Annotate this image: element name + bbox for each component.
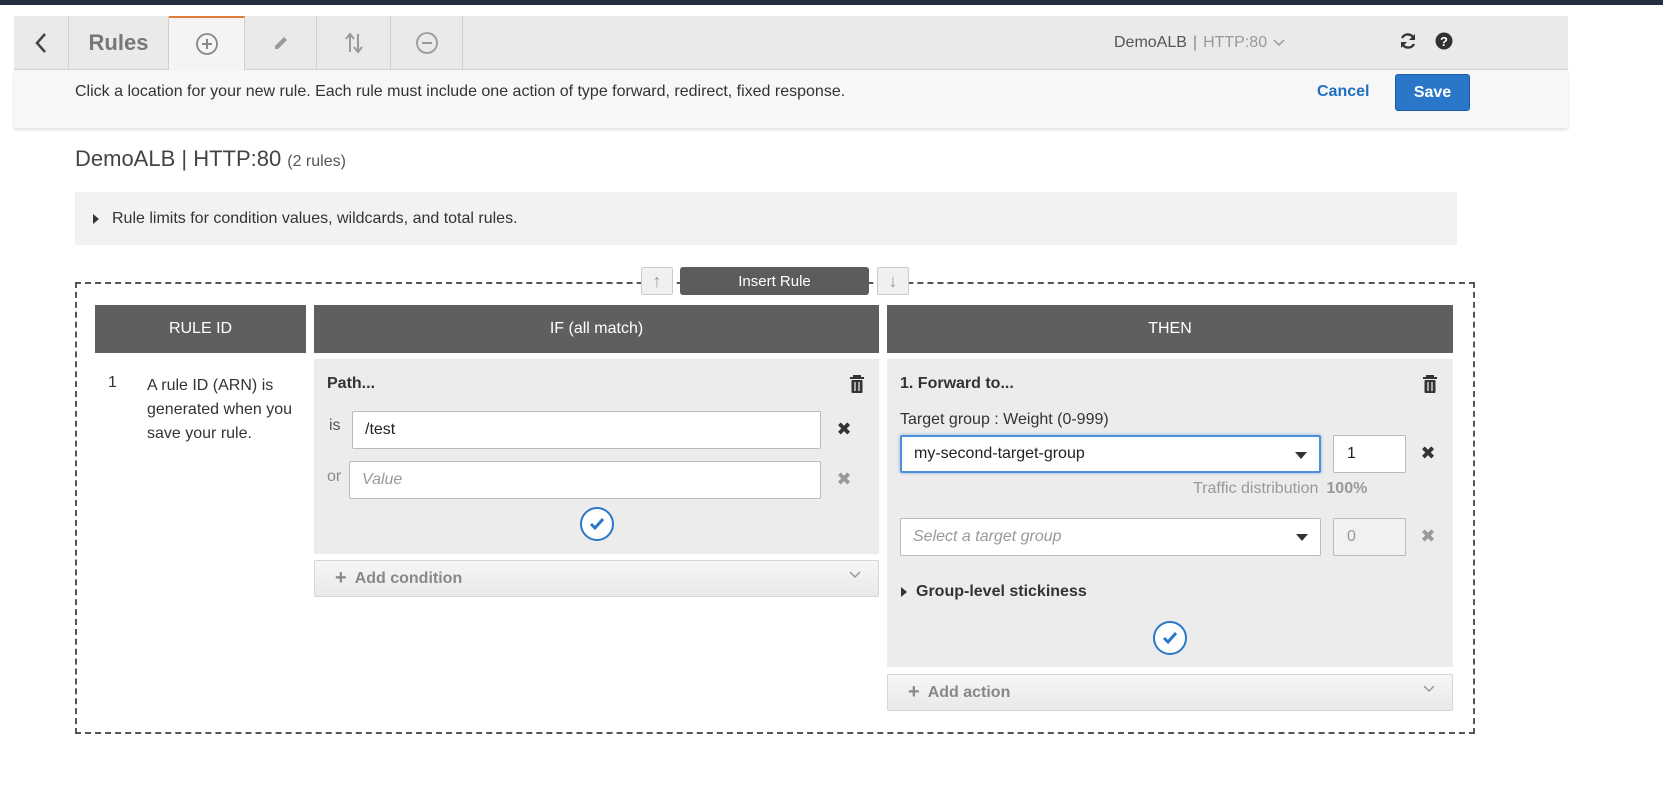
caret-down-icon — [1295, 452, 1307, 459]
back-button[interactable] — [14, 16, 69, 70]
listener-selector[interactable]: DemoALB | HTTP:80 — [1114, 16, 1285, 70]
action-panel: 1. Forward to... Target group : Weight (… — [887, 359, 1453, 667]
insert-rule-label[interactable]: Insert Rule — [680, 267, 869, 295]
listener-title: DemoALB | HTTP:80 — [75, 146, 282, 171]
target-group-selected: my-second-target-group — [914, 445, 1085, 462]
traffic-distribution-label: Traffic distribution — [1193, 480, 1319, 497]
rule-id-description: A rule ID (ARN) is generated when you sa… — [147, 377, 292, 442]
add-action-button[interactable]: + Add action — [887, 674, 1453, 711]
trash-icon — [1423, 375, 1437, 393]
arrow-down-icon: ↓ — [888, 270, 898, 291]
chevron-left-icon — [35, 33, 46, 53]
check-icon — [1162, 632, 1178, 645]
column-header-if: IF (all match) — [314, 305, 879, 353]
listener-name: DemoALB — [1114, 34, 1187, 51]
delete-condition-button[interactable] — [848, 374, 866, 394]
rule-count: (2 rules) — [287, 153, 346, 170]
confirm-action-button[interactable] — [1153, 621, 1187, 655]
caret-down-icon — [1296, 534, 1308, 541]
rule-limits-label: Rule limits for condition values, wildca… — [112, 209, 518, 227]
target-group-select-2[interactable]: Select a target group — [900, 518, 1321, 556]
is-label: is — [329, 417, 341, 434]
help-icon: ? — [1435, 32, 1453, 50]
remove-target-button-2[interactable]: ✖ — [1420, 525, 1436, 546]
reorder-rules-button[interactable] — [317, 16, 391, 70]
condition-panel: Path... is /test ✖ or Value ✖ — [314, 359, 879, 554]
cancel-button[interactable]: Cancel — [1317, 83, 1369, 101]
plus-icon: + — [335, 567, 347, 589]
toolbar: Rules DemoALB | HTTP:80 ? — [14, 16, 1568, 70]
rules-title: Rules — [69, 16, 169, 70]
weight-input-1[interactable]: 1 — [1333, 435, 1406, 473]
close-icon: ✖ — [1420, 442, 1436, 463]
refresh-button[interactable] — [1396, 29, 1420, 53]
close-icon: ✖ — [836, 418, 852, 439]
help-button[interactable]: ? — [1432, 29, 1456, 53]
condition-title: Path... — [327, 375, 376, 392]
close-icon: ✖ — [836, 468, 852, 489]
add-action-label: Add action — [927, 683, 1011, 701]
chevron-down-icon — [1423, 685, 1435, 693]
target-group-placeholder: Select a target group — [913, 528, 1062, 545]
plus-icon: + — [908, 681, 920, 703]
delete-rules-button[interactable] — [391, 16, 463, 70]
pencil-icon — [274, 37, 287, 49]
check-icon — [589, 518, 605, 531]
target-group-select[interactable]: my-second-target-group — [900, 435, 1321, 473]
listener-port: HTTP:80 — [1203, 34, 1268, 51]
info-message: Click a location for your new rule. Each… — [75, 83, 846, 100]
chevron-down-icon — [849, 571, 861, 579]
remove-value-button[interactable]: ✖ — [836, 418, 852, 439]
path-value-input[interactable]: /test — [352, 411, 821, 449]
target-group-weight-label: Target group : Weight (0-999) — [900, 411, 1109, 428]
delete-action-button[interactable] — [1421, 374, 1439, 394]
page-title: DemoALB | HTTP:80 (2 rules) — [75, 146, 346, 172]
chevron-down-icon — [1273, 39, 1285, 47]
add-rule-button[interactable] — [169, 16, 245, 70]
save-button[interactable]: Save — [1395, 74, 1470, 111]
traffic-distribution-value: 100% — [1326, 480, 1368, 497]
info-bar: Click a location for your new rule. Each… — [14, 70, 1568, 128]
edit-rules-button[interactable] — [245, 16, 317, 70]
listener-separator: | — [1192, 34, 1198, 51]
trash-icon — [850, 375, 864, 393]
caret-right-icon — [901, 587, 907, 597]
confirm-condition-button[interactable] — [580, 507, 614, 541]
remove-additional-value-button[interactable]: ✖ — [836, 468, 852, 489]
action-title: 1. Forward to... — [900, 375, 1014, 392]
remove-target-button[interactable]: ✖ — [1420, 442, 1436, 463]
reorder-arrows-icon — [344, 32, 363, 54]
close-icon: ✖ — [1420, 525, 1436, 546]
rule-limits-expander[interactable]: Rule limits for condition values, wildca… — [75, 192, 1457, 245]
caret-right-icon — [93, 213, 99, 224]
arrow-up-icon: ↑ — [652, 270, 662, 291]
add-condition-button[interactable]: + Add condition — [314, 560, 879, 597]
traffic-distribution: Traffic distribution 100% — [1193, 480, 1367, 498]
move-up-button[interactable]: ↑ — [641, 267, 673, 295]
group-stickiness-label: Group-level stickiness — [916, 583, 1087, 600]
add-condition-label: Add condition — [354, 569, 463, 587]
column-header-rule-id: RULE ID — [95, 305, 306, 353]
top-border — [0, 0, 1663, 5]
move-down-button[interactable]: ↓ — [877, 267, 909, 295]
or-label: or — [327, 468, 342, 485]
rule-number: 1 — [108, 374, 117, 391]
group-stickiness-expander[interactable]: Group-level stickiness — [901, 583, 1087, 601]
additional-value-input[interactable]: Value — [349, 461, 821, 499]
weight-input-2[interactable]: 0 — [1333, 518, 1406, 556]
column-header-then: THEN — [887, 305, 1453, 353]
refresh-icon — [1400, 33, 1416, 49]
svg-text:?: ? — [1440, 34, 1448, 49]
plus-circle-icon — [195, 33, 218, 55]
minus-circle-icon — [415, 32, 438, 54]
